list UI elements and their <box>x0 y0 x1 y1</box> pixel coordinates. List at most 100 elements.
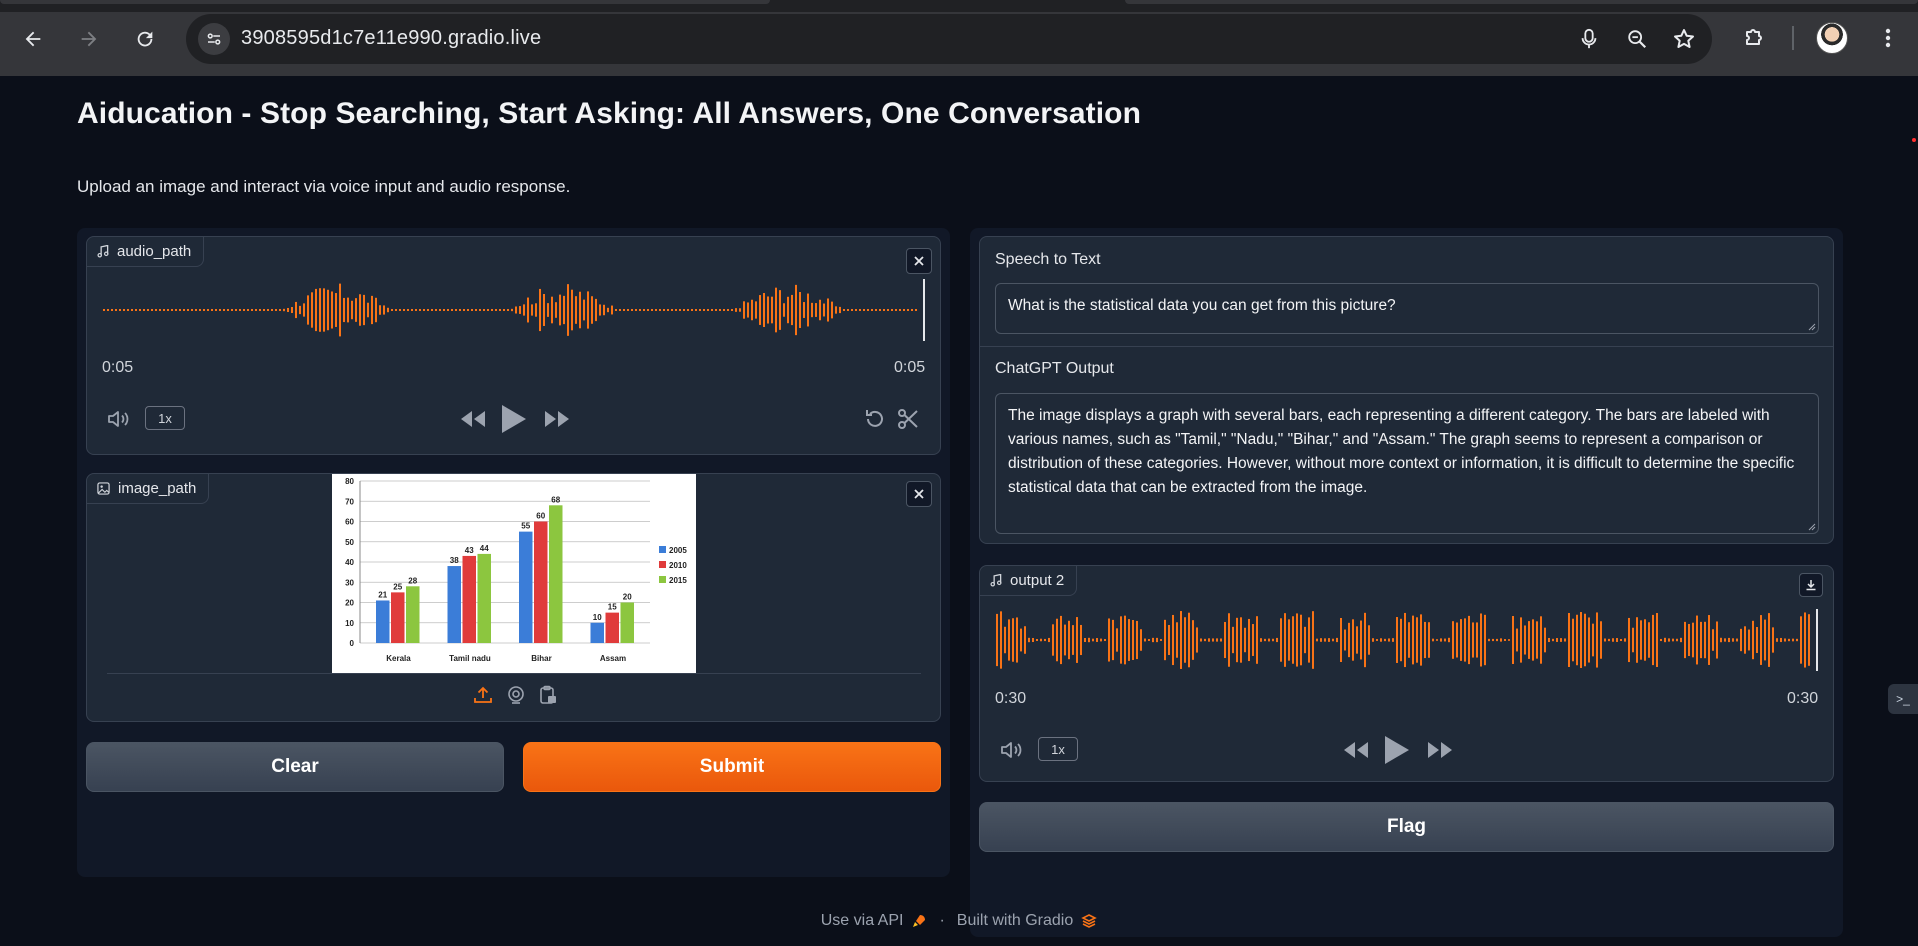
built-with-gradio-link[interactable]: Built with Gradio <box>957 912 1074 930</box>
volume-icon[interactable] <box>998 738 1026 762</box>
waveform-bar <box>1132 620 1134 660</box>
waveform-bar <box>787 296 789 324</box>
waveform-bar <box>159 309 161 311</box>
site-settings-icon[interactable] <box>198 23 230 55</box>
waveform-bar <box>1128 619 1130 661</box>
waveform-bar <box>223 309 225 311</box>
upload-icon[interactable] <box>472 684 494 706</box>
waveform-bar <box>1208 638 1210 642</box>
waveform-bar <box>1272 638 1274 642</box>
chart-bar <box>462 555 476 643</box>
waveform-bar <box>1084 638 1086 642</box>
waveform-bar <box>1576 614 1578 666</box>
waveform-bar <box>687 309 689 311</box>
waveform-bar <box>739 308 741 312</box>
waveform-bar <box>107 309 109 311</box>
waveform-bar <box>1152 637 1154 643</box>
address-bar[interactable]: 3908595d1c7e11e990.gradio.live <box>186 14 1712 64</box>
clear-button[interactable]: Clear <box>86 742 504 792</box>
waveform-bar <box>1076 617 1078 663</box>
resize-handle-icon[interactable] <box>1806 321 1816 331</box>
audio-input-clear-button[interactable] <box>906 248 932 274</box>
waveform-bar <box>171 309 173 311</box>
submit-button[interactable]: Submit <box>523 742 941 792</box>
waveform-bar <box>819 299 821 321</box>
speech-to-text-field[interactable]: What is the statistical data you can get… <box>995 283 1819 334</box>
chart-bar <box>447 566 461 643</box>
waveform-bar <box>215 309 217 311</box>
clipboard-paste-icon[interactable] <box>537 684 559 706</box>
chatgpt-output-field[interactable]: The image displays a graph with several … <box>995 393 1819 534</box>
back-icon[interactable] <box>16 22 50 56</box>
waveform-bar <box>851 309 853 311</box>
waveform-bar <box>1544 627 1546 653</box>
url-text[interactable]: 3908595d1c7e11e990.gradio.live <box>241 27 541 50</box>
audio-output-waveform[interactable] <box>994 609 1819 671</box>
microphone-icon[interactable] <box>1576 26 1602 52</box>
waveform-bar <box>1792 638 1794 642</box>
waveform-bar <box>1164 619 1166 661</box>
image-input-clear-button[interactable] <box>906 481 932 507</box>
gradio-logo-icon <box>1081 914 1098 928</box>
tab-strip-edge <box>0 0 770 4</box>
bookmark-star-icon[interactable] <box>1671 26 1697 52</box>
waveform-bar <box>1748 629 1750 651</box>
waveform-bar <box>695 309 697 311</box>
waveform-bar <box>1380 638 1382 642</box>
waveform-bar <box>655 309 657 311</box>
zoom-icon[interactable] <box>1624 26 1650 52</box>
chart-ytick-label: 0 <box>350 639 355 648</box>
volume-icon[interactable] <box>105 407 133 431</box>
waveform-bar <box>667 309 669 311</box>
profile-avatar[interactable] <box>1816 22 1848 54</box>
undo-icon[interactable] <box>861 405 889 433</box>
waveform-bar <box>1056 618 1058 662</box>
fast-forward-icon[interactable] <box>542 405 572 433</box>
waveform-bar <box>1764 619 1766 661</box>
waveform-bar <box>271 309 273 311</box>
waveform-bar <box>351 300 353 320</box>
waveform-bar <box>835 306 837 314</box>
rewind-icon[interactable] <box>458 405 488 433</box>
extensions-icon[interactable] <box>1737 22 1769 54</box>
download-button[interactable] <box>1799 573 1823 597</box>
waveform-bar <box>663 309 665 311</box>
audio-input-speed-button[interactable]: 1x <box>145 406 185 430</box>
chart-legend-swatch <box>659 576 666 583</box>
waveform-bar <box>471 309 473 311</box>
webcam-icon[interactable] <box>505 684 527 706</box>
waveform-bar <box>1752 620 1754 660</box>
trim-scissors-icon[interactable] <box>894 405 922 433</box>
waveform-bar <box>1760 615 1762 665</box>
waveform-bar <box>755 301 757 319</box>
audio-output-speed-button[interactable]: 1x <box>1038 737 1078 761</box>
chart-ytick-label: 40 <box>345 558 354 567</box>
waveform-bar <box>491 309 493 311</box>
waveform-bar <box>1276 637 1278 643</box>
forward-icon[interactable] <box>72 22 106 56</box>
rewind-icon[interactable] <box>1341 736 1371 764</box>
waveform-bar <box>467 309 469 311</box>
side-panel-toggle-icon[interactable]: >_ <box>1888 684 1918 714</box>
play-icon[interactable] <box>499 401 529 437</box>
chart-background <box>332 474 696 674</box>
use-via-api-link[interactable]: Use via API <box>821 912 904 930</box>
waveform-bar <box>1508 639 1510 641</box>
waveform-bar <box>1156 637 1158 643</box>
audio-input-waveform[interactable] <box>101 279 926 341</box>
flag-button[interactable]: Flag <box>979 802 1834 852</box>
waveform-bar <box>1496 638 1498 642</box>
waveform-bar <box>675 309 677 311</box>
waveform-bar <box>559 294 561 326</box>
waveform-bar <box>311 292 313 328</box>
reload-icon[interactable] <box>128 22 162 56</box>
toolbar-separator <box>1792 26 1794 50</box>
chart-legend-swatch <box>659 546 666 553</box>
waveform-bar <box>1480 613 1482 667</box>
menu-dots-icon[interactable] <box>1872 22 1904 54</box>
waveform-bar <box>535 303 537 317</box>
resize-handle-icon[interactable] <box>1806 521 1816 531</box>
play-icon[interactable] <box>1382 732 1412 768</box>
fast-forward-icon[interactable] <box>1425 736 1455 764</box>
waveform-bar <box>723 309 725 311</box>
